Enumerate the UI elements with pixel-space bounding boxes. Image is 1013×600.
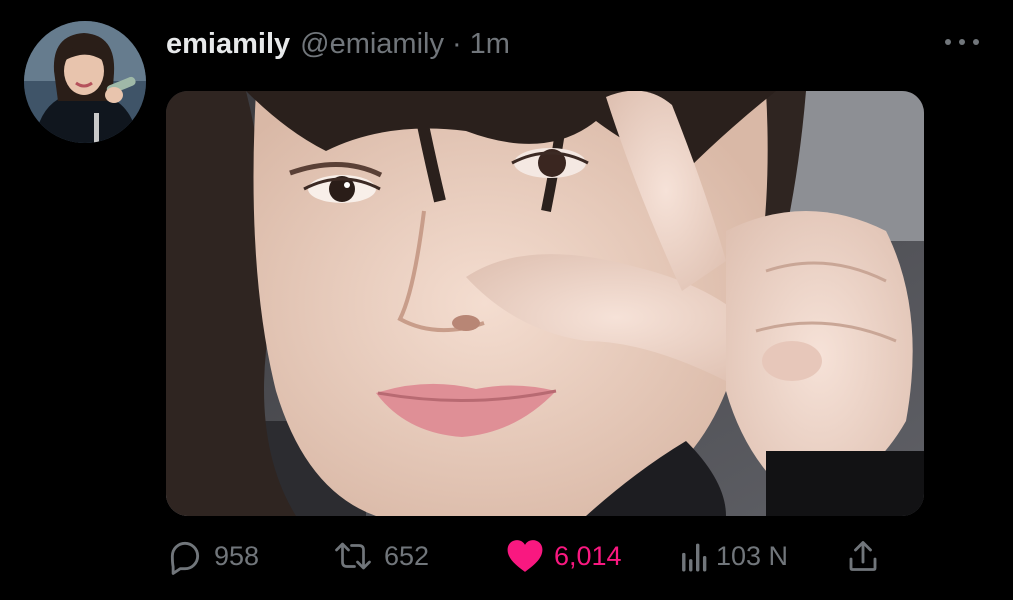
reply-count: 958	[214, 540, 260, 571]
more-dot	[945, 39, 951, 45]
analytics-icon	[680, 539, 712, 573]
more-options-icon[interactable]	[945, 30, 979, 54]
profile-avatar[interactable]	[24, 21, 146, 143]
display-name[interactable]: emiamily	[166, 24, 290, 64]
tweet-actions: 958 652 6,014 103 N	[166, 534, 896, 578]
more-dot	[959, 39, 965, 45]
tweet-timestamp[interactable]: 1m	[470, 24, 510, 64]
heart-icon	[506, 538, 544, 574]
views-count: 103 N	[716, 540, 789, 571]
reply-icon	[166, 537, 204, 575]
reply-button[interactable]: 958	[166, 534, 259, 578]
like-button[interactable]: 6,014	[506, 534, 622, 578]
share-icon	[846, 538, 880, 574]
retweet-button[interactable]: 652	[332, 534, 429, 578]
retweet-icon	[332, 537, 374, 575]
share-button[interactable]	[846, 534, 880, 578]
tweet-header: emiamily @emiamily · 1m	[166, 24, 510, 64]
tweet-photo[interactable]	[166, 91, 924, 516]
more-dot	[973, 39, 979, 45]
separator-dot: ·	[451, 28, 462, 60]
user-handle[interactable]: @emiamily	[300, 24, 444, 64]
like-count: 6,014	[554, 540, 622, 571]
retweet-count: 652	[384, 540, 430, 571]
views-button[interactable]: 103 N	[680, 534, 788, 578]
